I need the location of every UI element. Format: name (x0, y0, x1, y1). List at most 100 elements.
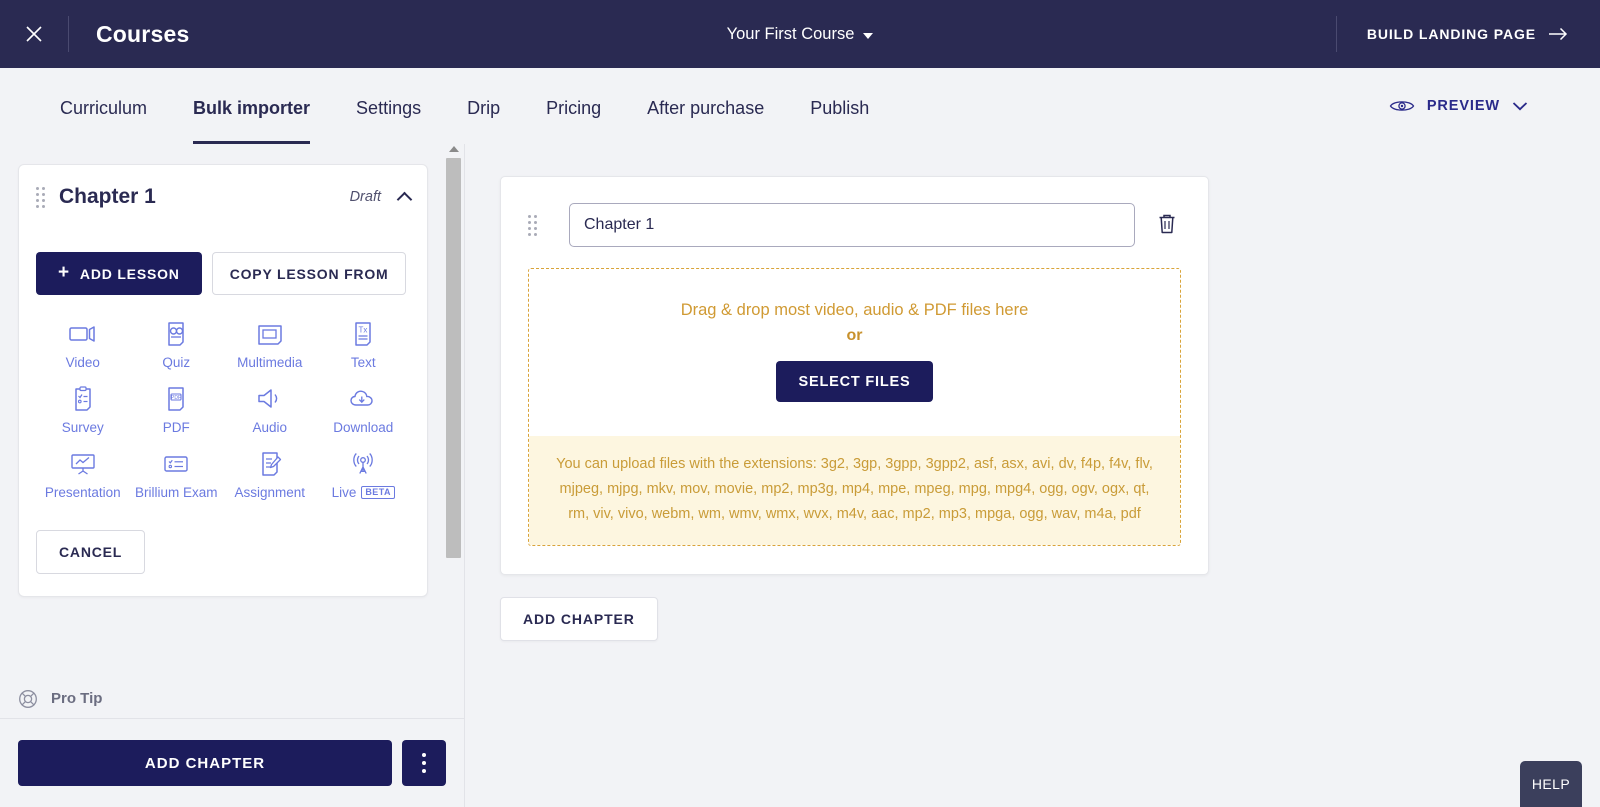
lesson-type-multimedia[interactable]: Multimedia (223, 321, 317, 370)
tab-label: Publish (810, 97, 870, 118)
lesson-type-quiz[interactable]: Quiz (130, 321, 224, 370)
close-button[interactable] (0, 0, 68, 68)
tab-after-purchase[interactable]: After purchase (647, 68, 764, 144)
course-selector[interactable]: Your First Course (727, 25, 874, 44)
chapter-name-input[interactable] (569, 203, 1135, 247)
chapter-header-right: Draft (349, 189, 413, 207)
pro-tip-bar[interactable]: Pro Tip (0, 679, 464, 719)
select-files-button[interactable]: SELECT FILES (775, 361, 934, 402)
chapter-header: Chapter 1 Draft (36, 185, 413, 209)
drag-handle-icon[interactable] (528, 214, 537, 236)
lesson-type-label: Live BETA (332, 485, 395, 500)
lesson-type-brillium-exam[interactable]: Brillium Exam (130, 451, 224, 500)
lesson-type-pdf[interactable]: PDF PDF (130, 386, 224, 435)
assignment-icon (262, 452, 281, 476)
lesson-type-label: Text (350, 355, 376, 370)
cancel-wrap: CANCEL (36, 530, 410, 574)
tab-label: Curriculum (60, 97, 148, 118)
dropzone-body: Drag & drop most video, audio & PDF file… (529, 269, 1180, 436)
course-name: Your First Course (726, 24, 855, 43)
copy-lesson-from-button[interactable]: COPY LESSON FROM (211, 252, 407, 295)
cancel-button[interactable]: CANCEL (36, 530, 146, 574)
lesson-type-label: Survey (61, 420, 104, 435)
scrollbar-thumb[interactable] (446, 158, 461, 558)
lesson-type-audio[interactable]: Audio (223, 386, 317, 435)
multimedia-icon (258, 325, 282, 345)
lesson-type-assignment[interactable]: Assignment (223, 451, 317, 500)
preview-button[interactable]: PREVIEW (1389, 98, 1528, 114)
video-icon (69, 326, 95, 342)
tab-curriculum[interactable]: Curriculum (60, 68, 147, 144)
sidebar: Chapter 1 Draft + ADD LESSON COPY LESSON… (0, 144, 465, 807)
lesson-type-grid: Video Quiz Multimedia Tx Text Survey PDF… (36, 321, 410, 500)
svg-text:PDF: PDF (171, 395, 181, 401)
lesson-type-label: Assignment (234, 485, 306, 500)
page-body: Chapter 1 Draft + ADD LESSON COPY LESSON… (0, 144, 1600, 807)
tab-settings[interactable]: Settings (356, 68, 421, 144)
main-content: Drag & drop most video, audio & PDF file… (465, 144, 1600, 807)
tab-label: Bulk importer (193, 97, 311, 118)
help-button[interactable]: HELP (1520, 761, 1582, 807)
chapter-actions: + ADD LESSON COPY LESSON FROM (36, 252, 410, 295)
scroll-up-arrow-icon[interactable] (449, 146, 459, 152)
tab-bulk-importer[interactable]: Bulk importer (193, 68, 311, 144)
add-lesson-button[interactable]: + ADD LESSON (36, 252, 202, 295)
top-bar-right: BUILD LANDING PAGE (1335, 0, 1600, 68)
tab-label: Drip (467, 97, 501, 118)
chapter-title: Chapter 1 (59, 185, 156, 208)
add-chapter-button[interactable]: ADD CHAPTER (18, 740, 392, 786)
chapter-name-row (528, 203, 1181, 247)
add-chapter-button-main[interactable]: ADD CHAPTER (500, 596, 658, 641)
lesson-type-live[interactable]: Live BETA (317, 451, 411, 500)
tab-bar: Curriculum Bulk importer Settings Drip P… (0, 68, 1600, 144)
close-icon (26, 26, 42, 42)
lesson-type-download[interactable]: Download (317, 386, 411, 435)
lesson-type-label: Quiz (162, 355, 191, 370)
chevron-up-icon[interactable] (396, 191, 413, 207)
pdf-icon: PDF (168, 387, 184, 411)
more-options-button[interactable] (402, 740, 446, 786)
lesson-type-label: Video (65, 355, 100, 370)
delete-chapter-button[interactable] (1153, 209, 1181, 242)
lifebuoy-icon (19, 689, 37, 708)
download-icon (350, 390, 373, 406)
lesson-type-label: PDF (162, 420, 190, 435)
header-divider-left (68, 16, 69, 52)
drag-handle-icon[interactable] (36, 186, 45, 208)
exam-icon (164, 456, 188, 472)
file-dropzone[interactable]: Drag & drop most video, audio & PDF file… (528, 268, 1181, 546)
chapter-card: Chapter 1 Draft + ADD LESSON COPY LESSON… (18, 164, 428, 597)
add-lesson-label: ADD LESSON (79, 265, 180, 282)
lesson-type-label: Brillium Exam (134, 485, 218, 500)
sidebar-footer: ADD CHAPTER (0, 719, 464, 807)
lesson-type-live-label: Live (331, 485, 357, 500)
build-landing-page-button[interactable]: BUILD LANDING PAGE (1367, 26, 1600, 42)
live-icon (353, 453, 374, 474)
lesson-type-presentation[interactable]: Presentation (36, 451, 130, 500)
lesson-type-label: Download (333, 420, 394, 435)
lesson-type-text[interactable]: Tx Text (317, 321, 411, 370)
eye-icon (1389, 101, 1415, 111)
tab-pricing[interactable]: Pricing (546, 68, 601, 144)
sidebar-scrollbar[interactable] (446, 144, 461, 679)
dropzone-instruction: Drag & drop most video, audio & PDF file… (680, 301, 1029, 319)
page-title: Courses (96, 20, 190, 47)
tab-publish[interactable]: Publish (810, 68, 869, 144)
lesson-type-label: Multimedia (237, 355, 303, 370)
arrow-right-icon (1549, 27, 1568, 41)
supported-extensions-note: You can upload files with the extensions… (529, 436, 1180, 545)
audio-icon (258, 389, 277, 408)
tab-drip[interactable]: Drip (467, 68, 500, 144)
survey-icon (75, 386, 91, 411)
kebab-dot (422, 753, 426, 757)
tab-label: After purchase (647, 97, 765, 118)
plus-icon: + (58, 262, 70, 283)
lesson-type-survey[interactable]: Survey (36, 386, 130, 435)
trash-icon (1159, 214, 1175, 233)
text-icon: Tx (355, 322, 371, 346)
bulk-importer-card: Drag & drop most video, audio & PDF file… (500, 176, 1209, 575)
kebab-dot (422, 761, 426, 765)
lesson-type-video[interactable]: Video (36, 321, 130, 370)
dropzone-or: or (846, 327, 863, 344)
status-badge: Draft (349, 189, 381, 205)
